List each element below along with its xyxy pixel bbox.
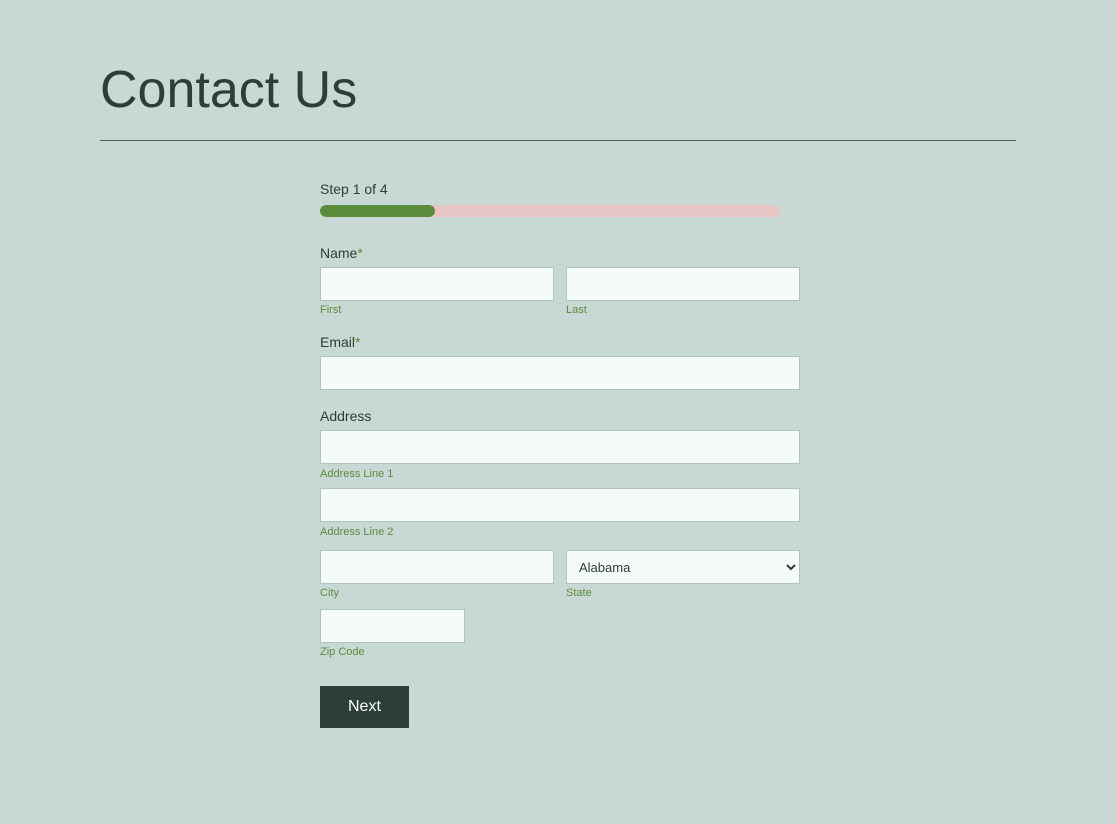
progress-bar-fill — [320, 205, 435, 217]
address-field-group: Address Address Line 1 Address Line 2 Ci… — [320, 408, 800, 658]
city-input[interactable] — [320, 550, 554, 584]
email-input[interactable] — [320, 356, 800, 390]
step-label: Step 1 of 4 — [320, 181, 800, 197]
first-name-sublabel: First — [320, 304, 554, 316]
page-divider — [100, 140, 1016, 141]
address-line1-sublabel: Address Line 1 — [320, 468, 393, 480]
city-col: City — [320, 550, 554, 599]
state-sublabel: State — [566, 587, 800, 599]
city-sublabel: City — [320, 587, 554, 599]
name-field-group: Name* First Last — [320, 245, 800, 316]
name-label: Name* — [320, 245, 800, 261]
email-field-group: Email* — [320, 334, 800, 390]
address-line1-input[interactable] — [320, 430, 800, 464]
first-name-col: First — [320, 267, 554, 316]
form-wrapper: Step 1 of 4 Name* First Last Email* — [320, 181, 800, 728]
zip-sublabel: Zip Code — [320, 646, 465, 658]
last-name-input[interactable] — [566, 267, 800, 301]
next-button[interactable]: Next — [320, 686, 409, 728]
address-label: Address — [320, 408, 800, 424]
name-row: First Last — [320, 267, 800, 316]
zip-input[interactable] — [320, 609, 465, 643]
address-line2-input[interactable] — [320, 488, 800, 522]
city-state-row: City Alabama Alaska Arizona Arkansas Cal… — [320, 550, 800, 599]
address-line2-sublabel: Address Line 2 — [320, 526, 393, 538]
state-select[interactable]: Alabama Alaska Arizona Arkansas Californ… — [566, 550, 800, 584]
state-col: Alabama Alaska Arizona Arkansas Californ… — [566, 550, 800, 599]
last-name-sublabel: Last — [566, 304, 800, 316]
first-name-input[interactable] — [320, 267, 554, 301]
zip-col: Zip Code — [320, 609, 465, 658]
last-name-col: Last — [566, 267, 800, 316]
progress-bar-container — [320, 205, 780, 217]
email-label: Email* — [320, 334, 800, 350]
page-container: Contact Us Step 1 of 4 Name* First Last — [0, 0, 1116, 788]
page-title: Contact Us — [100, 60, 1016, 120]
